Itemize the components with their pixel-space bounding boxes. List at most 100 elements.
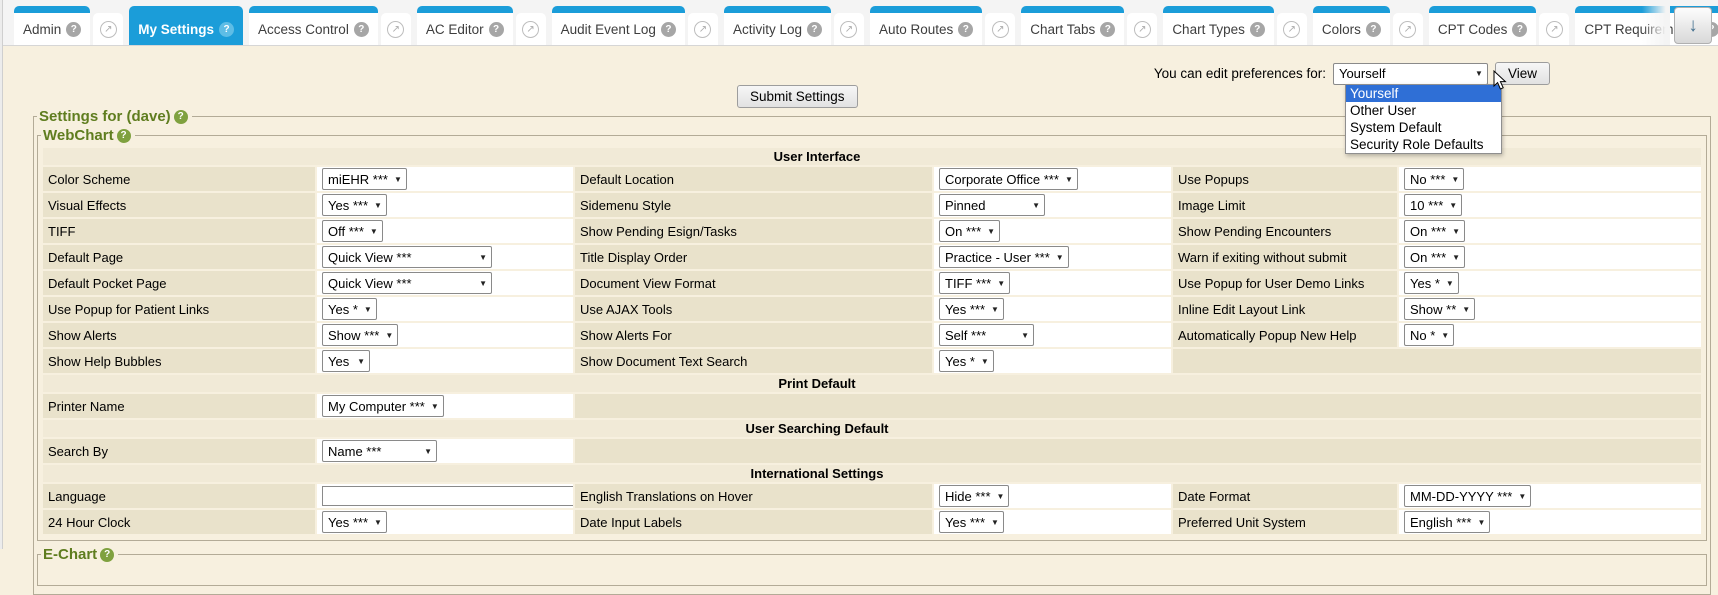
select-image-limit[interactable]: 10 ***▼ (1404, 194, 1462, 216)
select-show-alerts[interactable]: Show ***▼ (322, 324, 398, 346)
select-search-by[interactable]: Name ***▼ (322, 440, 437, 462)
select-printer-name[interactable]: My Computer ***▼ (322, 395, 444, 417)
tab-label: Activity Log (733, 22, 802, 37)
help-icon[interactable]: ? (661, 22, 676, 37)
tab-ac-editor[interactable]: AC Editor? (417, 6, 513, 45)
select-24-hour-clock[interactable]: Yes ***▼ (322, 511, 387, 533)
empty-cell (1173, 349, 1701, 373)
chevron-down-icon: ▼ (1065, 175, 1073, 184)
dropdown-option-system-default[interactable]: System Default (1346, 119, 1501, 136)
select-default-pocket-page[interactable]: Quick View ***▼ (322, 272, 492, 294)
select-show-alerts-for[interactable]: Self *** ▼ (939, 324, 1034, 346)
setting-label-show-pending-esign-tasks: Show Pending Esign/Tasks (575, 219, 932, 243)
dropdown-option-other-user[interactable]: Other User (1346, 102, 1501, 119)
input-language[interactable] (322, 486, 573, 506)
help-icon[interactable]: ? (354, 22, 369, 37)
setting-value-cell: On ***▼ (1399, 245, 1701, 269)
setting-value-cell: Yes ***▼ (934, 297, 1171, 321)
help-icon[interactable]: ? (66, 22, 81, 37)
view-button[interactable]: View (1495, 62, 1550, 85)
help-icon[interactable]: ? (1512, 22, 1527, 37)
popout-access-control[interactable]: ↗ (381, 13, 411, 45)
chevron-down-icon: ▼ (1452, 227, 1460, 236)
help-icon[interactable]: ? (1250, 22, 1265, 37)
popout-arrow-icon: ↗ (1546, 21, 1563, 38)
select-value: Yes * (328, 302, 358, 317)
select-use-popup-for-user-demo-links[interactable]: Yes *▼ (1404, 272, 1459, 294)
chevron-down-icon: ▼ (1441, 331, 1449, 340)
help-icon[interactable]: ? (1366, 22, 1381, 37)
tab-chart-types[interactable]: Chart Types? (1163, 6, 1274, 45)
chevron-down-icon: ▼ (370, 227, 378, 236)
help-icon[interactable]: ? (958, 22, 973, 37)
select-show-pending-esign-tasks[interactable]: On ***▼ (939, 220, 1000, 242)
chevron-down-icon: ▼ (991, 518, 999, 527)
setting-value-cell: Show ***▼ (317, 323, 573, 347)
select-show-help-bubbles[interactable]: Yes▼ (322, 350, 370, 372)
select-default-location[interactable]: Corporate Office ***▼ (939, 168, 1078, 190)
select-title-display-order[interactable]: Practice - User ***▼ (939, 246, 1069, 268)
tab-admin[interactable]: Admin? (14, 6, 90, 45)
select-warn-if-exiting-without-submit[interactable]: On ***▼ (1404, 246, 1465, 268)
tab-group-ac-editor: AC Editor?↗ (417, 6, 546, 45)
setting-value-cell: MM-DD-YYYY ***▼ (1399, 484, 1701, 508)
help-icon[interactable]: ? (807, 22, 822, 37)
popout-auto-routes[interactable]: ↗ (985, 13, 1015, 45)
select-show-document-text-search[interactable]: Yes *▼ (939, 350, 994, 372)
dropdown-option-security-role-defaults[interactable]: Security Role Defaults (1346, 136, 1501, 153)
tab-cpt-codes[interactable]: CPT Codes? (1429, 6, 1537, 45)
popout-ac-editor[interactable]: ↗ (516, 13, 546, 45)
select-date-input-labels[interactable]: Yes ***▼ (939, 511, 1004, 533)
table-row: Visual EffectsYes ***▼Sidemenu StylePinn… (43, 193, 1701, 217)
tab-colors[interactable]: Colors? (1313, 6, 1390, 45)
select-tiff[interactable]: Off ***▼ (322, 220, 383, 242)
select-color-scheme[interactable]: miEHR ***▼ (322, 168, 407, 190)
tab-auto-routes[interactable]: Auto Routes? (870, 6, 982, 45)
select-document-view-format[interactable]: TIFF ***▼ (939, 272, 1010, 294)
tab-access-control[interactable]: Access Control? (249, 6, 378, 45)
help-icon[interactable]: ? (219, 22, 234, 37)
popout-cpt-codes[interactable]: ↗ (1539, 13, 1569, 45)
select-value: Yes *** (328, 198, 368, 213)
chevron-down-icon: ▼ (1021, 331, 1029, 340)
popout-admin[interactable]: ↗ (93, 13, 123, 45)
edit-preferences-select[interactable]: Yourself ▼ (1333, 63, 1488, 85)
tab-overflow-button[interactable]: ↓ (1674, 7, 1712, 44)
select-preferred-unit-system[interactable]: English ***▼ (1404, 511, 1490, 533)
select-sidemenu-style[interactable]: Pinned▼ (939, 194, 1045, 216)
chevron-down-icon: ▼ (1446, 279, 1454, 288)
help-icon[interactable]: ? (117, 129, 131, 143)
popout-colors[interactable]: ↗ (1393, 13, 1423, 45)
popout-audit-event-log[interactable]: ↗ (688, 13, 718, 45)
tab-audit-event-log[interactable]: Audit Event Log? (552, 6, 685, 45)
help-icon[interactable]: ? (174, 110, 188, 124)
help-icon[interactable]: ? (1100, 22, 1115, 37)
table-row: Color SchememiEHR ***▼Default LocationCo… (43, 167, 1701, 191)
select-value: On *** (1410, 250, 1446, 265)
submit-settings-button[interactable]: Submit Settings (737, 85, 858, 108)
select-visual-effects[interactable]: Yes ***▼ (322, 194, 387, 216)
setting-value-cell: TIFF ***▼ (934, 271, 1171, 295)
tab-my-settings[interactable]: My Settings? (129, 6, 243, 45)
tab-chart-tabs[interactable]: Chart Tabs? (1021, 6, 1124, 45)
popout-chart-tabs[interactable]: ↗ (1127, 13, 1157, 45)
setting-label-show-alerts: Show Alerts (43, 323, 315, 347)
select-default-page[interactable]: Quick View ***▼ (322, 246, 492, 268)
popout-chart-types[interactable]: ↗ (1277, 13, 1307, 45)
select-use-popup-for-patient-links[interactable]: Yes *▼ (322, 298, 377, 320)
popout-activity-log[interactable]: ↗ (834, 13, 864, 45)
select-automatically-popup-new-help[interactable]: No *▼ (1404, 324, 1454, 346)
select-show-pending-encounters[interactable]: On ***▼ (1404, 220, 1465, 242)
setting-value-cell: Yes ***▼ (317, 510, 573, 534)
select-date-format[interactable]: MM-DD-YYYY ***▼ (1404, 485, 1531, 507)
help-icon[interactable]: ? (489, 22, 504, 37)
select-value: Self *** (945, 328, 986, 343)
select-english-translations-on-hover[interactable]: Hide ***▼ (939, 485, 1009, 507)
select-use-popups[interactable]: No ***▼ (1404, 168, 1464, 190)
help-icon[interactable]: ? (100, 548, 114, 562)
tab-activity-log[interactable]: Activity Log? (724, 6, 831, 45)
setting-value-cell: 10 ***▼ (1399, 193, 1701, 217)
dropdown-option-yourself[interactable]: Yourself (1346, 85, 1501, 102)
select-inline-edit-layout-link[interactable]: Show **▼ (1404, 298, 1475, 320)
select-use-ajax-tools[interactable]: Yes ***▼ (939, 298, 1004, 320)
